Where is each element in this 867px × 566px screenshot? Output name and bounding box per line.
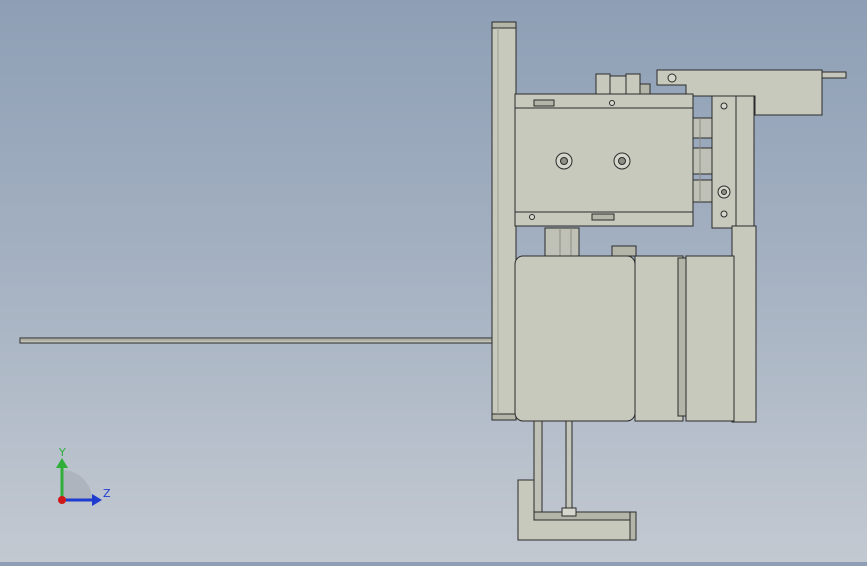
support-column (731, 225, 757, 423)
cad-viewport[interactable]: Y Z (0, 0, 867, 562)
z-axis-label: Z (103, 487, 111, 500)
x-axis-icon (58, 496, 66, 504)
mount-screw (555, 152, 573, 170)
end-plate (711, 95, 755, 229)
slide-body (514, 93, 694, 227)
top-clamp (595, 73, 651, 95)
mount-screw (613, 152, 631, 170)
y-arrow-icon (56, 458, 68, 468)
long-rod (19, 337, 495, 344)
y-axis-label: Y (58, 446, 66, 459)
axis-triad: Y Z (56, 446, 111, 506)
z-arrow-icon (92, 494, 102, 506)
coupling-shaft (544, 227, 580, 257)
motor-block (514, 245, 735, 422)
assembly-drawing[interactable]: Y Z (0, 0, 867, 562)
guide-rods (692, 117, 714, 203)
lower-rod (533, 420, 573, 522)
vertical-plate (491, 21, 517, 421)
